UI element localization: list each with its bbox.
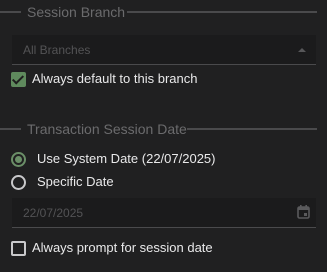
header-rule-right [187,128,317,130]
date-input-value: 22/07/2025 [23,206,84,220]
header-rule-left [0,128,21,130]
prompt-date-checkbox[interactable] [11,240,26,256]
system-date-label: Use System Date (22/07/2025) [37,151,216,166]
branch-dropdown[interactable]: All Branches [12,35,316,65]
check-icon [11,71,25,85]
chevron-up-icon[interactable] [298,48,306,52]
specific-date-radio-row[interactable]: Specific Date [11,172,114,192]
header-rule-right [127,11,317,13]
system-date-radio[interactable] [11,151,26,167]
transaction-date-title: Transaction Session Date [27,121,187,137]
date-input[interactable]: 22/07/2025 [12,198,316,228]
transaction-date-header: Transaction Session Date [0,119,327,139]
session-branch-header: Session Branch [0,2,327,22]
prompt-date-checkbox-row[interactable]: Always prompt for session date [11,238,213,258]
prompt-date-label: Always prompt for session date [32,240,213,255]
calendar-icon[interactable] [297,205,310,219]
session-branch-title: Session Branch [27,4,126,20]
branch-dropdown-value: All Branches [23,43,91,57]
default-branch-checkbox[interactable] [11,71,26,87]
default-branch-checkbox-row[interactable]: Always default to this branch [11,69,197,89]
header-rule-left [0,11,21,13]
radio-dot-icon [15,155,22,163]
specific-date-radio[interactable] [11,174,26,190]
system-date-radio-row[interactable]: Use System Date (22/07/2025) [11,149,215,169]
default-branch-label: Always default to this branch [32,71,198,86]
specific-date-label: Specific Date [37,174,114,189]
session-settings-panel: Session Branch All Branches Always defau… [0,0,327,272]
